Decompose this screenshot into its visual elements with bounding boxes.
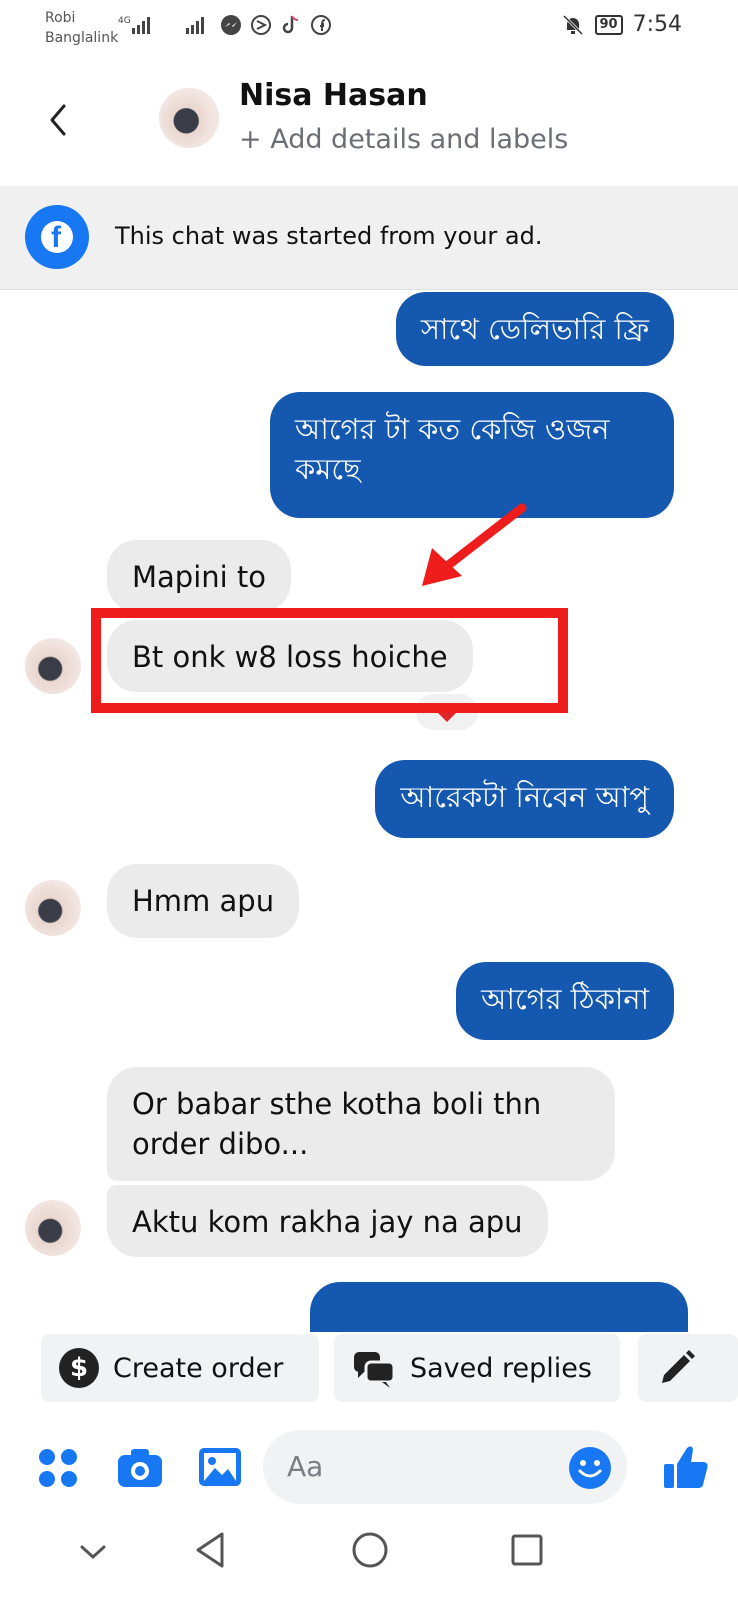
saved-replies-button[interactable]: Saved replies <box>334 1334 620 1402</box>
nav-recents-icon[interactable] <box>509 1532 545 1568</box>
message-bubble-incoming[interactable]: Mapini to <box>107 540 292 612</box>
message-bubble-incoming[interactable]: Aktu kom rakha jay na apu <box>107 1185 548 1257</box>
signal-icon: 4G <box>118 16 150 34</box>
quick-actions-bar: $ Create order Saved replies <box>0 1334 738 1404</box>
partial-message-outgoing[interactable] <box>310 1282 688 1332</box>
nav-back-icon[interactable] <box>192 1530 228 1570</box>
messenger-icon <box>221 15 241 35</box>
banner-text: This chat was started from your ad. <box>115 222 543 250</box>
edit-icon <box>662 1350 695 1383</box>
status-bar: Robi Banglalink 4G 90 7:54 <box>0 0 738 56</box>
tiktok-icon <box>282 15 299 34</box>
gallery-icon[interactable] <box>197 1446 243 1488</box>
contact-avatar-small <box>25 880 81 936</box>
contact-avatar[interactable] <box>159 88 219 148</box>
composer-bar: Aa <box>0 1430 738 1510</box>
nav-home-icon[interactable] <box>350 1530 390 1570</box>
create-order-button[interactable]: $ Create order <box>41 1334 319 1402</box>
nav-down-icon[interactable] <box>78 1542 108 1562</box>
dollar-icon: $ <box>59 1348 99 1388</box>
clock: 7:54 <box>632 12 682 37</box>
add-details-link[interactable]: + Add details and labels <box>239 124 568 155</box>
edit-button[interactable] <box>638 1334 738 1402</box>
facebook-icon: f <box>25 205 89 269</box>
ad-banner: f This chat was started from your ad. <box>0 186 738 290</box>
saved-replies-icon <box>354 1352 396 1388</box>
arrow-annotation <box>422 503 527 586</box>
battery-level: 90 <box>594 14 623 35</box>
status-icons: 4G <box>118 14 332 36</box>
signal-icon-2 <box>186 17 204 34</box>
contact-avatar-small <box>25 638 81 694</box>
system-nav-bar <box>0 1520 738 1600</box>
message-bubble-incoming[interactable]: Or babar sthe kotha boli thn order dibo.… <box>107 1067 615 1181</box>
facebook-status-icon <box>311 15 331 35</box>
chat-header: Nisa Hasan + Add details and labels <box>0 64 738 184</box>
nav-app-icon <box>251 15 271 35</box>
carrier-label: Robi Banglalink <box>45 10 119 46</box>
like-icon[interactable] <box>662 1442 710 1492</box>
contact-avatar-small <box>25 1200 81 1256</box>
message-bubble-outgoing[interactable]: সাথে ডেলিভারি ফ্রি <box>395 292 674 366</box>
message-input[interactable]: Aa <box>263 1430 627 1504</box>
mute-bell-icon <box>562 14 583 35</box>
svg-text:4G: 4G <box>118 16 131 26</box>
back-icon[interactable] <box>44 100 74 140</box>
message-bubble-outgoing[interactable]: আগের ঠিকানা <box>456 962 674 1040</box>
message-bubble-outgoing[interactable]: আরেকটা নিবেন আপু <box>375 760 674 838</box>
contact-name[interactable]: Nisa Hasan <box>239 78 428 113</box>
status-right: 90 7:54 <box>561 12 682 37</box>
emoji-icon[interactable] <box>569 1447 611 1489</box>
highlight-box-annotation <box>91 608 568 713</box>
camera-icon[interactable] <box>116 1446 164 1490</box>
message-bubble-incoming[interactable]: Hmm apu <box>107 864 300 938</box>
menu-dots-icon[interactable] <box>36 1446 80 1490</box>
